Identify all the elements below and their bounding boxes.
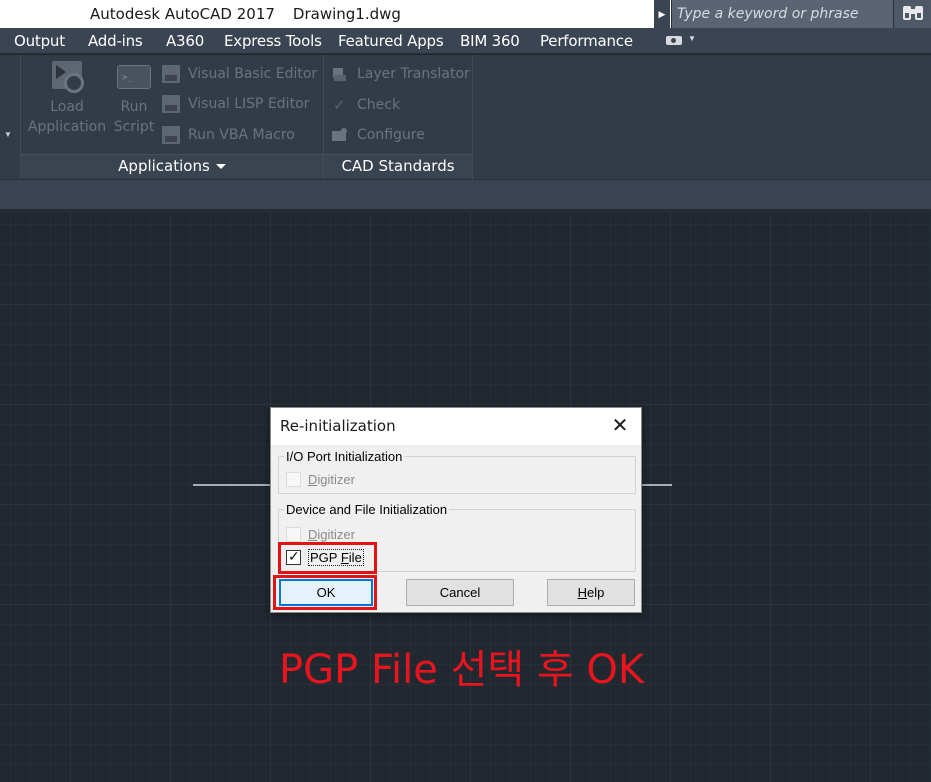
dialog-title-bar: Re-initialization ✕ [271, 408, 641, 445]
check-label: Check [357, 97, 401, 113]
chevron-down-icon: ▼ [688, 34, 696, 43]
load-application-icon [52, 61, 84, 93]
visual-basic-editor-icon [162, 65, 180, 83]
search-expand-icon[interactable]: ▶ [654, 0, 670, 28]
document-name: Drawing1.dwg [292, 5, 401, 23]
ok-button-highlight-box [273, 575, 377, 610]
applications-panel-label: Applications [118, 157, 210, 175]
applications-panel-title[interactable]: Applications [21, 154, 323, 178]
tab-bim-360[interactable]: BIM 360 [460, 32, 520, 50]
tab-express-tools[interactable]: Express Tools [224, 32, 322, 50]
run-script-label-1: Run [120, 99, 148, 115]
visual-basic-editor-label: Visual Basic Editor [188, 66, 318, 82]
instruction-annotation: PGP File 선택 후 OK [279, 647, 645, 693]
io-digitizer-label: Digitizer [308, 472, 355, 487]
check-icon [331, 95, 349, 115]
layer-translator-label: Layer Translator [357, 66, 470, 82]
tab-output[interactable]: Output [14, 32, 65, 50]
cad-standards-panel-title: CAD Standards [324, 154, 472, 178]
file-tab-bar [0, 179, 931, 209]
crosshair-horizontal-right [642, 484, 672, 486]
cad-standards-panel: Layer Translator Check Configure CAD Sta… [324, 55, 472, 178]
configure-label: Configure [357, 127, 425, 143]
device-group-legend: Device and File Initialization [284, 502, 450, 517]
configure-icon [331, 126, 349, 144]
window-title: Autodesk AutoCAD 2017 Drawing1.dwg [90, 5, 401, 23]
search-box[interactable] [671, 0, 893, 28]
tab-featured-apps[interactable]: Featured Apps [338, 32, 444, 50]
cancel-button[interactable]: Cancel [406, 579, 514, 606]
load-application-button[interactable]: Load Application [25, 61, 109, 137]
ribbon-panel-area: ▼ Load Application Run Script Visual Bas… [0, 55, 931, 179]
chevron-down-icon [215, 164, 226, 169]
panel-expand-arrow-icon[interactable]: ▼ [4, 130, 12, 139]
device-digitizer-label: Digitizer [308, 527, 355, 542]
run-script-button[interactable]: Run Script [111, 61, 157, 137]
tab-performance[interactable]: Performance [540, 32, 633, 50]
run-vba-macro-icon [162, 126, 180, 144]
layer-translator-icon [331, 65, 349, 83]
load-application-label-1: Load [50, 99, 84, 115]
close-icon[interactable]: ✕ [606, 414, 634, 438]
visual-lisp-editor-icon [162, 95, 180, 113]
cad-standards-panel-label: CAD Standards [341, 157, 455, 175]
run-script-label-2: Script [113, 119, 155, 135]
io-port-group-legend: I/O Port Initialization [284, 449, 405, 464]
help-button[interactable]: Help [547, 579, 635, 606]
applications-panel: Load Application Run Script Visual Basic… [21, 55, 323, 178]
binoculars-search-icon[interactable] [893, 0, 931, 28]
visual-lisp-editor-label: Visual LISP Editor [188, 96, 310, 112]
run-script-icon [117, 65, 151, 89]
tab-add-ins[interactable]: Add-ins [88, 32, 143, 50]
crosshair-horizontal-left [193, 484, 271, 486]
run-vba-macro-label: Run VBA Macro [188, 127, 295, 143]
load-application-label-2: Application [27, 119, 107, 135]
title-bar: Autodesk AutoCAD 2017 Drawing1.dwg ▶ [0, 0, 931, 28]
ribbon-view-toggle[interactable]: ▼ [666, 34, 698, 48]
search-input[interactable] [672, 0, 893, 28]
dialog-title: Re-initialization [280, 417, 396, 435]
device-digitizer-checkbox[interactable] [286, 527, 301, 542]
camera-icon [666, 36, 682, 45]
ribbon-tab-bar: Output Add-ins A360 Express Tools Featur… [0, 28, 931, 54]
io-port-initialization-group: I/O Port Initialization Digitizer [278, 449, 636, 494]
tab-a360[interactable]: A360 [166, 32, 204, 50]
ribbon-divider [472, 55, 473, 179]
io-digitizer-checkbox[interactable] [286, 472, 301, 487]
app-title: Autodesk AutoCAD 2017 [90, 5, 275, 23]
pgp-file-highlight-box [278, 542, 377, 574]
